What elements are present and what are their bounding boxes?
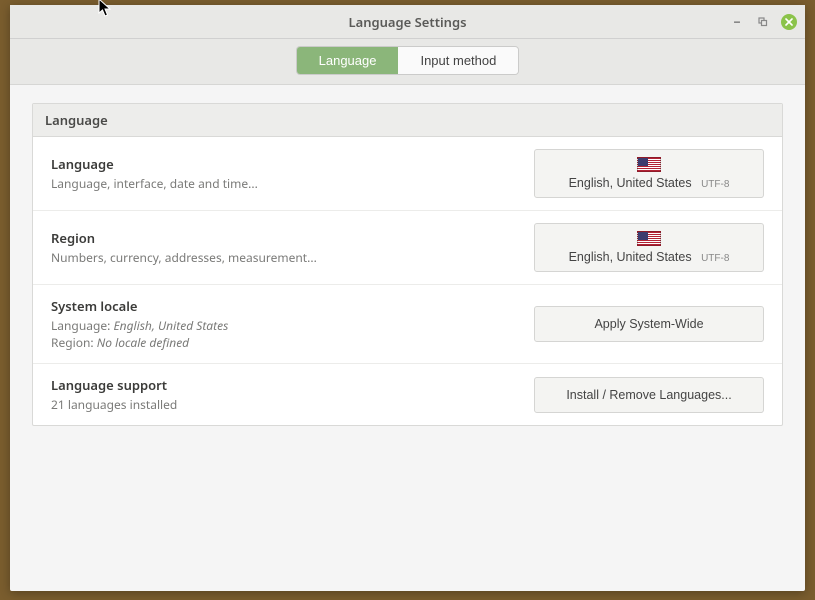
system-locale-region-label: Region: — [51, 334, 94, 351]
tab-bar: Language Input method — [10, 39, 805, 85]
minimize-button[interactable]: – — [729, 14, 745, 30]
support-title: Language support — [51, 376, 534, 394]
row-language: Language Language, interface, date and t… — [33, 137, 782, 211]
row-language-info: Language Language, interface, date and t… — [51, 155, 534, 192]
system-locale-lang-value: English, United States — [113, 317, 228, 334]
language-encoding: UTF-8 — [701, 179, 729, 190]
support-desc: 21 languages installed — [51, 396, 534, 413]
window-controls: – — [729, 5, 797, 39]
apply-system-wide-label: Apply System-Wide — [594, 317, 703, 331]
language-settings-window: Language Settings – Language Input metho… — [10, 5, 805, 591]
section-header: Language — [33, 104, 782, 137]
install-remove-label: Install / Remove Languages... — [566, 388, 731, 402]
region-title: Region — [51, 229, 534, 247]
region-encoding: UTF-8 — [701, 253, 729, 264]
row-system-locale: System locale Language: English, United … — [33, 285, 782, 364]
language-section: Language Language Language, interface, d… — [32, 103, 783, 426]
region-selector-button[interactable]: English, United States UTF-8 — [534, 223, 764, 272]
maximize-button[interactable] — [755, 14, 771, 30]
language-value: English, United States — [569, 176, 692, 190]
system-locale-title: System locale — [51, 297, 534, 315]
system-locale-lang-label: Language: — [51, 317, 110, 334]
system-locale-region-line: Region: No locale defined — [51, 334, 534, 351]
tab-language[interactable]: Language — [297, 47, 399, 74]
close-button[interactable] — [781, 14, 797, 30]
row-system-locale-info: System locale Language: English, United … — [51, 297, 534, 351]
system-locale-lang-line: Language: English, United States — [51, 317, 534, 334]
window-title: Language Settings — [349, 13, 467, 31]
row-region: Region Numbers, currency, addresses, mea… — [33, 211, 782, 285]
language-title: Language — [51, 155, 534, 173]
row-language-support: Language support 21 languages installed … — [33, 364, 782, 425]
region-value: English, United States — [569, 250, 692, 264]
content-area: Language Language Language, interface, d… — [10, 85, 805, 591]
install-remove-languages-button[interactable]: Install / Remove Languages... — [534, 377, 764, 413]
us-flag-icon — [637, 157, 661, 172]
row-support-info: Language support 21 languages installed — [51, 376, 534, 413]
tab-group: Language Input method — [297, 47, 519, 74]
apply-system-wide-button[interactable]: Apply System-Wide — [534, 306, 764, 342]
us-flag-icon — [637, 231, 661, 246]
titlebar: Language Settings – — [10, 5, 805, 39]
system-locale-region-value: No locale defined — [97, 334, 189, 351]
language-selector-button[interactable]: English, United States UTF-8 — [534, 149, 764, 198]
row-region-info: Region Numbers, currency, addresses, mea… — [51, 229, 534, 266]
language-desc: Language, interface, date and time... — [51, 175, 534, 192]
tab-input-method[interactable]: Input method — [398, 47, 518, 74]
region-desc: Numbers, currency, addresses, measuremen… — [51, 249, 534, 266]
